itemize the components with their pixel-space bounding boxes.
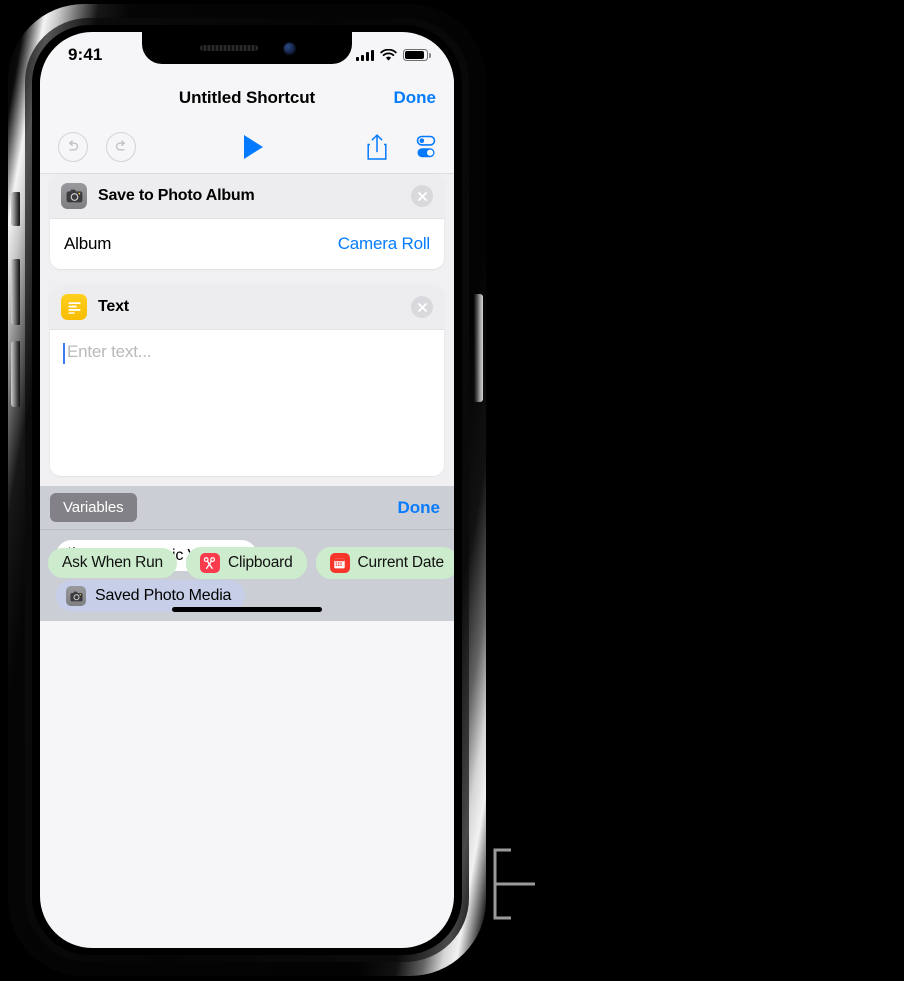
scissors-glyph-icon (204, 556, 216, 569)
action-header: Text (50, 285, 444, 330)
front-camera-icon (283, 42, 295, 54)
content-bottom-spacer (50, 476, 444, 486)
side-power-button[interactable] (474, 294, 483, 402)
pill-label: Saved Photo Media (95, 587, 232, 604)
wifi-icon (380, 48, 397, 61)
action-header: Save to Photo Album (50, 174, 444, 219)
text-lines-glyph-icon (67, 301, 81, 314)
redo-icon (115, 139, 125, 150)
phone-frame: 9:41 Untitled Shortcut Done Save to Phot… (8, 4, 486, 976)
share-button[interactable] (366, 133, 388, 161)
status-indicators (356, 48, 431, 62)
navigation-bar: Untitled Shortcut Done (40, 76, 454, 120)
text-input-field[interactable]: Enter text... (50, 330, 444, 476)
undo-button[interactable] (58, 131, 88, 162)
variables-done-button[interactable]: Done (398, 498, 441, 518)
redo-button[interactable] (106, 131, 136, 162)
home-indicator[interactable] (172, 607, 322, 612)
suggestion-label: Ask When Run (62, 554, 163, 571)
action-card-text[interactable]: Text Enter text... (50, 285, 444, 476)
camera-glyph-icon (69, 591, 83, 601)
page-title: Untitled Shortcut (178, 88, 316, 107)
screenshot-stage: 9:41 Untitled Shortcut Done Save to Phot… (0, 0, 904, 981)
suggestion-label: Clipboard (227, 554, 293, 571)
text-cursor (63, 343, 65, 364)
undo-icon (69, 139, 79, 150)
battery-icon (403, 49, 431, 61)
variables-panel-header: Variables Done (40, 486, 454, 530)
share-icon (367, 133, 387, 160)
camera-glyph-icon (66, 189, 82, 203)
volume-down-button[interactable] (11, 341, 20, 407)
phone-screen: 9:41 Untitled Shortcut Done Save to Phot… (40, 32, 454, 948)
toggles-icon (416, 135, 436, 157)
shortcut-settings-button[interactable] (408, 135, 436, 159)
suggestion-current-date[interactable]: Current Date (315, 547, 454, 579)
suggestion-clipboard[interactable]: Clipboard (185, 547, 307, 579)
suggestion-label: Current Date (357, 554, 445, 571)
suggestion-ask-when-run[interactable]: Ask When Run (48, 548, 177, 578)
action-title: Save to Photo Album (98, 187, 255, 204)
action-title: Text (98, 298, 129, 315)
editor-toolbar (40, 120, 454, 174)
silent-switch-button[interactable] (11, 192, 20, 226)
status-time: 9:41 (68, 45, 103, 64)
action-card-save-to-photo-album[interactable]: Save to Photo Album Album Camera Roll (50, 174, 444, 269)
camera-icon (61, 183, 87, 209)
camera-icon (66, 586, 86, 606)
calendar-glyph-icon (334, 558, 345, 568)
tab-variables[interactable]: Variables (50, 493, 137, 522)
calendar-icon (329, 553, 350, 573)
remove-action-button[interactable] (411, 185, 433, 207)
close-circle-icon (417, 191, 427, 201)
signal-bars-icon (356, 49, 374, 61)
scissors-icon (199, 553, 220, 573)
callout-bracket (493, 848, 535, 920)
action-spacer (50, 269, 444, 285)
variables-panel: Variables Done Select Magic Vari (40, 486, 454, 621)
nav-done-button[interactable]: Done (394, 88, 437, 108)
parameter-value[interactable]: Camera Roll (338, 234, 430, 254)
text-lines-icon (61, 294, 87, 320)
close-circle-icon (417, 302, 427, 312)
notch (142, 32, 352, 64)
action-parameter-row-album[interactable]: Album Camera Roll (50, 219, 444, 269)
run-shortcut-button[interactable] (243, 134, 263, 159)
earpiece-speaker-icon (199, 45, 258, 51)
shortcut-actions-list: Save to Photo Album Album Camera Roll Te… (40, 174, 454, 486)
text-input-placeholder: Enter text... (67, 342, 152, 361)
parameter-label: Album (64, 234, 112, 253)
remove-action-button[interactable] (411, 296, 433, 318)
variable-suggestions-bar: Ask When Run Clipboard Current Date (40, 547, 454, 579)
volume-up-button[interactable] (11, 259, 20, 325)
